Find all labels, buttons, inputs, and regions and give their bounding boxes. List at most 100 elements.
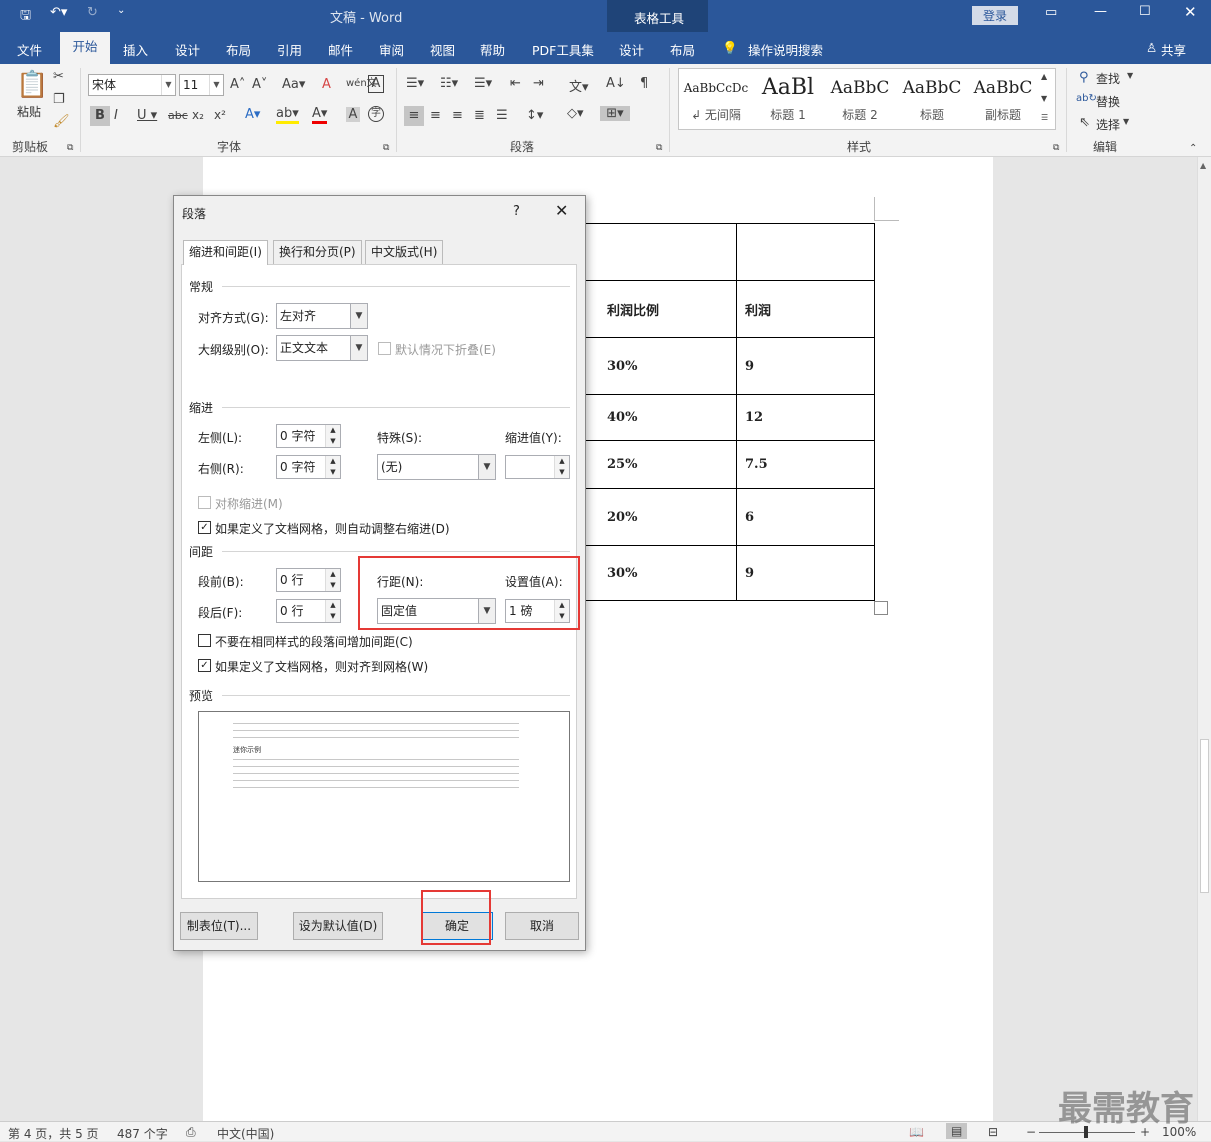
style-heading-1[interactable]: AaBl 标题 1 [752, 70, 824, 128]
set-default-button[interactable]: 设为默认值(D) [293, 912, 383, 940]
tab-file[interactable]: 文件 [17, 40, 42, 59]
table-cell[interactable]: 利润 [736, 280, 875, 338]
select-icon[interactable]: ⇖ [1079, 115, 1090, 130]
close-icon[interactable]: ✕ [555, 201, 568, 220]
gallery-down-icon[interactable]: ▼ [1041, 94, 1047, 103]
print-layout-icon[interactable]: ▤ [946, 1123, 968, 1139]
minimize-icon[interactable]: — [1094, 4, 1107, 19]
zoom-out-icon[interactable]: − [1026, 1125, 1036, 1139]
underline-icon[interactable]: U ▾ [137, 108, 157, 123]
tab-design[interactable]: 设计 [175, 40, 200, 59]
undo-icon[interactable]: ↶▾ [50, 5, 67, 20]
tab-line-page-breaks[interactable]: 换行和分页(P) [273, 240, 362, 264]
styles-launcher-icon[interactable]: ⧉ [1053, 143, 1059, 153]
table-cell[interactable]: 7.5 [736, 440, 875, 489]
word-count[interactable]: 487 个字 [117, 1125, 168, 1142]
char-shading-icon[interactable]: A [346, 107, 360, 122]
spin-down-icon[interactable]: ▼ [326, 467, 340, 478]
close-icon[interactable]: ✕ [1184, 3, 1197, 21]
web-layout-icon[interactable]: ⊟ [988, 1125, 998, 1139]
align-center-icon[interactable]: ≡ [430, 108, 441, 123]
align-right-icon[interactable]: ≡ [452, 108, 463, 123]
outline-level-select[interactable]: 正文文本 ▼ [276, 335, 368, 361]
style-subtitle[interactable]: AaBbC 副标题 [968, 70, 1038, 128]
text-effects-icon[interactable]: A▾ [245, 107, 260, 122]
tab-home[interactable]: 开始 [60, 32, 110, 64]
shading-icon[interactable]: ◇▾ [567, 106, 584, 121]
font-launcher-icon[interactable]: ⧉ [383, 143, 389, 153]
tabs-button[interactable]: 制表位(T)... [180, 912, 258, 940]
after-spacing-spinner[interactable]: 0 行 ▲ ▼ [276, 599, 341, 623]
spin-up-icon[interactable]: ▲ [555, 456, 569, 467]
tab-layout[interactable]: 布局 [226, 40, 251, 59]
read-mode-icon[interactable]: 📖 [909, 1125, 924, 1139]
enclose-char-icon[interactable]: 字 [368, 106, 384, 122]
auto-right-indent-checkbox[interactable]: ✓ [198, 521, 211, 534]
select-button[interactable]: 选择 [1096, 116, 1120, 133]
justify-icon[interactable]: ≣ [474, 108, 485, 123]
tab-indents-spacing[interactable]: 缩进和间距(I) [183, 240, 268, 265]
collapse-default-checkbox[interactable] [378, 342, 391, 355]
spin-up-icon[interactable]: ▲ [326, 569, 340, 580]
page-count[interactable]: 第 4 页，共 5 页 [8, 1125, 99, 1142]
distributed-icon[interactable]: ☰ [496, 108, 508, 123]
replace-button[interactable]: 替换 [1096, 93, 1120, 110]
find-button[interactable]: 查找 [1096, 70, 1120, 87]
right-indent-spinner[interactable]: 0 字符 ▲ ▼ [276, 455, 341, 479]
chinese-layout-icon[interactable]: 文▾ [569, 76, 589, 95]
replace-icon[interactable]: ab↻ [1076, 93, 1097, 104]
proofing-icon[interactable]: ⎙ [186, 1125, 196, 1140]
table-cell[interactable]: 9 [736, 545, 875, 601]
table-cell[interactable]: 12 [736, 394, 875, 441]
login-button[interactable]: 登录 [972, 6, 1019, 25]
special-select[interactable]: (无) ▼ [377, 454, 496, 480]
snap-to-grid-checkbox[interactable]: ✓ [198, 659, 211, 672]
spin-down-icon[interactable]: ▼ [326, 611, 340, 622]
tab-table-layout[interactable]: 布局 [670, 40, 695, 59]
maximize-icon[interactable]: ☐ [1139, 4, 1151, 19]
table-cell[interactable] [736, 223, 875, 281]
show-marks-icon[interactable]: ¶ [640, 76, 648, 91]
clipboard-launcher-icon[interactable]: ⧉ [67, 143, 73, 153]
share-button[interactable]: 共享 [1161, 40, 1186, 59]
tab-pdf-tools[interactable]: PDF工具集 [532, 40, 594, 59]
language[interactable]: 中文(中国) [217, 1125, 274, 1142]
decrease-indent-icon[interactable]: ⇤ [510, 76, 521, 91]
share-icon[interactable]: ♙ [1146, 40, 1157, 55]
customize-qat-icon[interactable]: ⌄ [117, 5, 125, 16]
font-size-combo[interactable]: 11 ▼ [179, 74, 224, 96]
alignment-select[interactable]: 左对齐 ▼ [276, 303, 368, 329]
paste-button[interactable]: 粘贴 [17, 103, 41, 120]
tab-help[interactable]: 帮助 [480, 40, 505, 59]
tab-references[interactable]: 引用 [277, 40, 302, 59]
strikethrough-icon[interactable]: abc [168, 109, 188, 122]
tab-insert[interactable]: 插入 [123, 40, 148, 59]
gallery-more-icon[interactable]: ☰ [1041, 113, 1048, 122]
save-icon[interactable]: 🖫 [20, 6, 31, 28]
font-name-combo[interactable]: 宋体 ▼ [88, 74, 176, 96]
highlight-icon[interactable]: ab▾ [276, 106, 299, 124]
style-heading-2[interactable]: AaBbC 标题 2 [824, 70, 896, 128]
change-case-icon[interactable]: Aa▾ [282, 77, 305, 92]
tab-review[interactable]: 审阅 [379, 40, 404, 59]
table-cell[interactable]: 9 [736, 337, 875, 395]
indent-by-spinner[interactable]: ▲ ▼ [505, 455, 570, 479]
no-space-same-style-checkbox[interactable] [198, 634, 211, 647]
spin-down-icon[interactable]: ▼ [555, 467, 569, 478]
spin-up-icon[interactable]: ▲ [326, 600, 340, 611]
table-resize-handle[interactable] [874, 601, 888, 615]
paste-icon[interactable]: 📋 [16, 70, 48, 100]
superscript-icon[interactable]: x² [214, 108, 226, 122]
gallery-up-icon[interactable]: ▲ [1041, 72, 1047, 81]
copy-icon[interactable]: ❐ [53, 92, 65, 107]
cancel-button[interactable]: 取消 [505, 912, 579, 940]
spin-up-icon[interactable]: ▲ [326, 456, 340, 467]
find-icon[interactable]: ⚲ [1079, 70, 1089, 85]
increase-indent-icon[interactable]: ⇥ [533, 76, 544, 91]
style-no-spacing[interactable]: AaBbCcDc ↲ 无间隔 [680, 70, 752, 128]
spin-down-icon[interactable]: ▼ [326, 580, 340, 591]
left-indent-spinner[interactable]: 0 字符 ▲ ▼ [276, 424, 341, 448]
borders-icon[interactable]: ⊞▾ [600, 106, 630, 121]
help-icon[interactable]: ? [513, 204, 520, 219]
multilevel-list-icon[interactable]: ☰▾ [474, 76, 492, 91]
